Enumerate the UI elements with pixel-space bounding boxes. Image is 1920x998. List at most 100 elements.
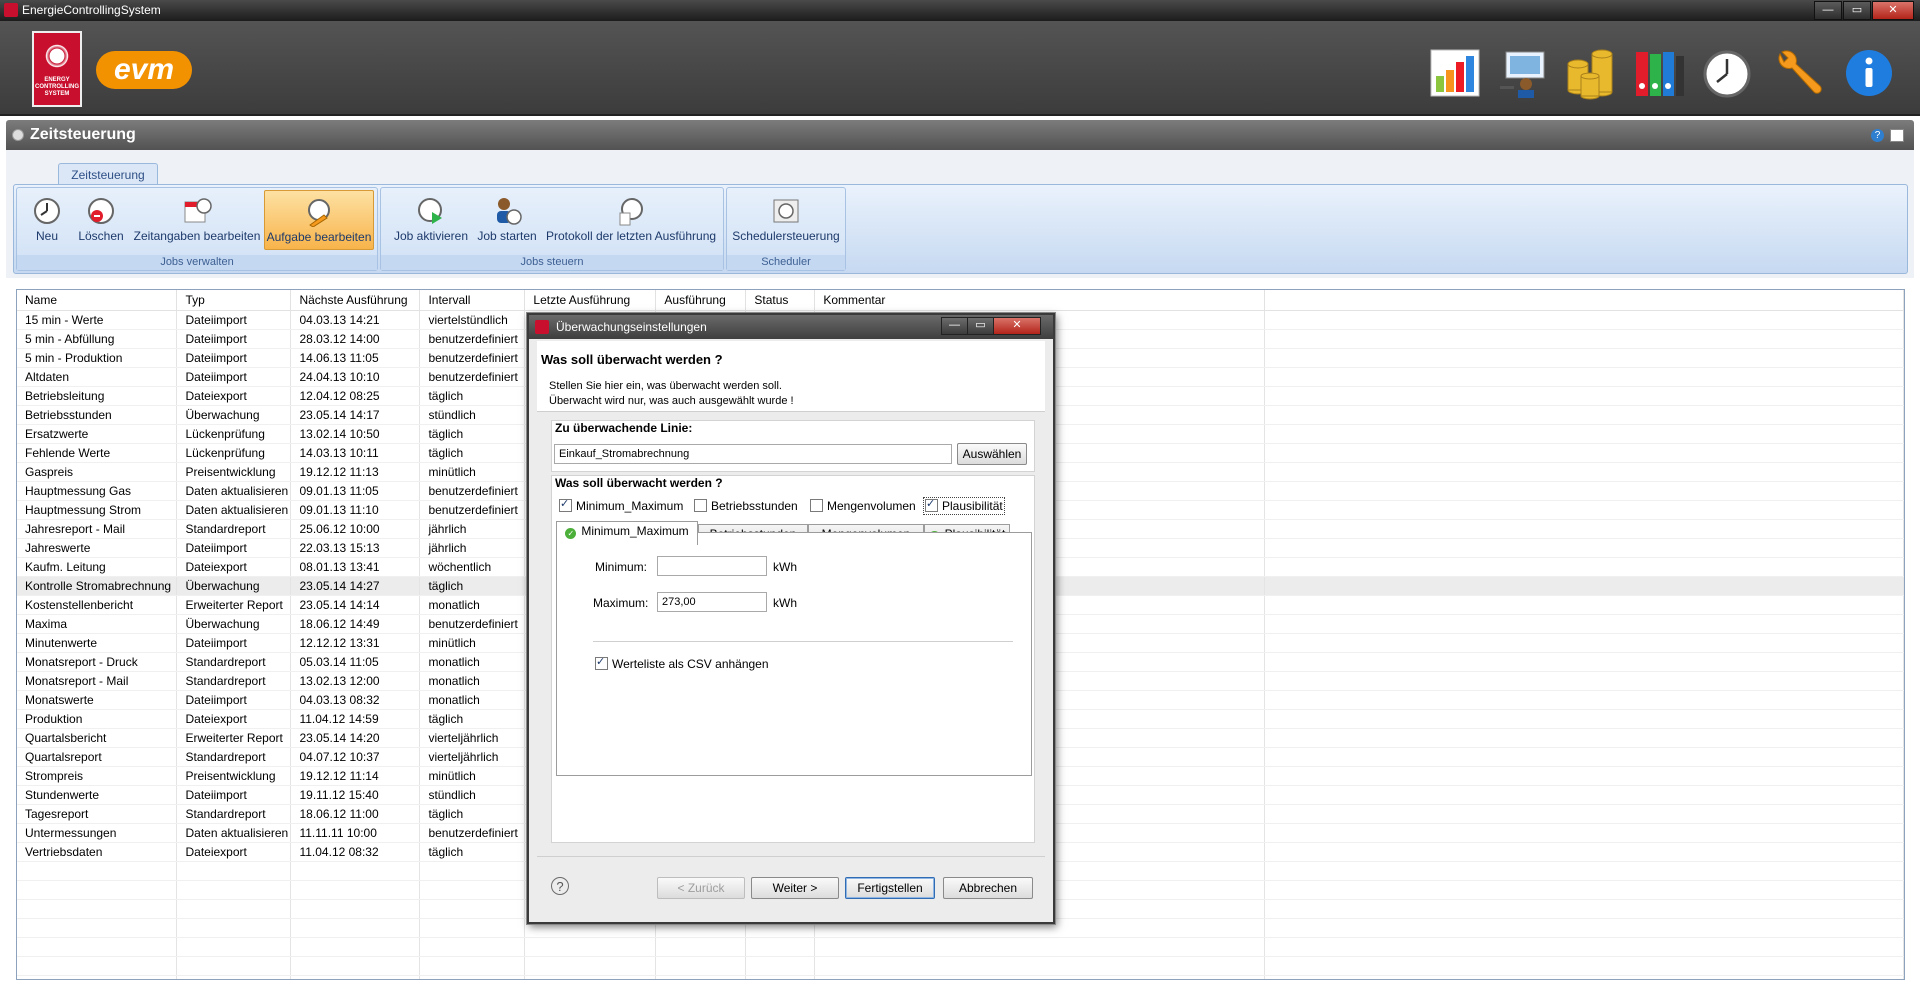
dialog-close-button[interactable]: ✕ xyxy=(993,317,1041,335)
column-header-type[interactable]: Typ xyxy=(176,290,292,311)
help-icon[interactable]: ? xyxy=(551,877,569,895)
table-cell: benutzerdefiniert xyxy=(419,823,526,843)
column-header-filler xyxy=(1264,290,1904,311)
activate-job-button[interactable]: Job aktivieren xyxy=(393,190,469,250)
column-header-status[interactable]: Status xyxy=(745,290,816,311)
info-icon[interactable] xyxy=(1842,46,1896,100)
ribbon-group-label: Jobs steuern xyxy=(381,255,723,270)
clock-edit-icon xyxy=(308,199,330,227)
table-cell: monatlich xyxy=(419,671,526,691)
column-header-interval[interactable]: Intervall xyxy=(419,290,526,311)
ecs-logo: ENERGY CONTROLLING SYSTEM xyxy=(32,31,82,107)
clock-icon[interactable] xyxy=(1700,46,1754,100)
dialog-header: Was soll überwacht werden ? Stellen Sie … xyxy=(537,341,1045,412)
table-cell: benutzerdefiniert xyxy=(419,481,526,501)
table-cell: vierteljährlich xyxy=(419,747,526,767)
table-cell xyxy=(1264,481,1904,501)
maximize-button[interactable]: ▭ xyxy=(1843,1,1871,20)
table-cell: Fehlende Werte xyxy=(17,443,178,463)
checkbox-betriebsstunden[interactable]: Betriebsstunden xyxy=(694,499,798,513)
table-cell: vierteljährlich xyxy=(419,728,526,748)
chart-icon[interactable] xyxy=(1428,46,1482,100)
checkbox-csv-attach[interactable]: Werteliste als CSV anhängen xyxy=(595,655,769,671)
close-button[interactable]: ✕ xyxy=(1872,1,1914,20)
cancel-button[interactable]: Abbrechen xyxy=(943,877,1033,899)
maximum-input[interactable]: 273,00 xyxy=(657,592,767,612)
table-cell: minütlich xyxy=(419,766,526,786)
table-cell: stündlich xyxy=(419,785,526,805)
table-cell xyxy=(524,956,657,976)
table-cell xyxy=(745,956,816,976)
description-line-2: Überwacht wird nur, was auch ausgewählt … xyxy=(549,395,794,407)
table-cell: Dateiimport xyxy=(176,348,292,368)
new-job-button[interactable]: Neu xyxy=(25,190,69,250)
column-header-next-run[interactable]: Nächste Ausführung xyxy=(290,290,421,311)
presentation-icon[interactable] xyxy=(1496,46,1550,100)
table-cell: Dateiexport xyxy=(176,842,292,862)
select-line-button[interactable]: Auswählen xyxy=(957,443,1027,465)
table-cell: minütlich xyxy=(419,633,526,653)
table-cell: Monatsreport - Druck xyxy=(17,652,178,672)
table-cell: Standardreport xyxy=(176,747,292,767)
column-header-last-run[interactable]: Letzte Ausführung xyxy=(524,290,657,311)
scheduler-control-button[interactable]: Schedulersteuerung xyxy=(731,190,841,250)
table-cell: Preisentwicklung xyxy=(176,766,292,786)
minimum-input[interactable] xyxy=(657,556,767,576)
ribbon: Neu Löschen Zeitangaben bearbeiten Aufga… xyxy=(13,184,1908,274)
checkbox-minimum-maximum[interactable]: Minimum_Maximum xyxy=(559,497,683,513)
table-cell xyxy=(1264,956,1904,976)
monitored-line-input[interactable]: Einkauf_Stromabrechnung xyxy=(554,444,952,464)
table-cell xyxy=(745,975,816,979)
table-cell: Produktion xyxy=(17,709,178,729)
back-button[interactable]: < Zurück xyxy=(657,877,745,899)
tab-minimum-maximum[interactable]: ✓ Minimum_Maximum xyxy=(556,521,698,545)
edit-times-label: Zeitangaben bearbeiten xyxy=(133,229,261,243)
table-cell xyxy=(1264,462,1904,482)
table-cell: Hauptmessung Strom xyxy=(17,500,178,520)
dialog-minimize-button[interactable]: — xyxy=(941,317,968,335)
table-cell: 25.06.12 10:00 xyxy=(290,519,421,539)
coins-icon[interactable] xyxy=(1564,46,1618,100)
delete-job-button[interactable]: Löschen xyxy=(73,190,129,250)
table-cell: monatlich xyxy=(419,595,526,615)
tab-zeitsteuerung[interactable]: Zeitsteuerung xyxy=(58,163,158,186)
edit-task-button[interactable]: Aufgabe bearbeiten xyxy=(264,190,374,250)
maximize-panel-icon[interactable] xyxy=(1890,129,1904,142)
table-cell xyxy=(290,918,421,938)
table-cell: 23.05.14 14:27 xyxy=(290,576,421,596)
checkbox-mengenvolumen[interactable]: Mengenvolumen xyxy=(810,499,916,513)
last-run-log-button[interactable]: Protokoll der letzten Ausführung xyxy=(543,190,719,250)
ribbon-group-jobs-steuern: Job aktivieren Job starten Protokoll der… xyxy=(380,187,724,271)
table-cell xyxy=(290,880,421,900)
table-cell xyxy=(1264,747,1904,767)
table-cell xyxy=(1264,709,1904,729)
table-cell xyxy=(1264,861,1904,881)
table-cell xyxy=(1264,443,1904,463)
edit-times-button[interactable]: Zeitangaben bearbeiten xyxy=(133,190,261,250)
table-cell: 08.01.13 13:41 xyxy=(290,557,421,577)
table-cell: Kostenstellenbericht xyxy=(17,595,178,615)
clock-log-icon xyxy=(619,198,643,226)
app-icon xyxy=(4,3,18,17)
column-header-comment[interactable]: Kommentar xyxy=(814,290,1266,311)
table-cell xyxy=(1264,538,1904,558)
dialog-maximize-button[interactable]: ▭ xyxy=(967,317,994,335)
folders-icon[interactable] xyxy=(1632,46,1686,100)
finish-button[interactable]: Fertigstellen xyxy=(845,877,935,899)
table-cell xyxy=(1264,633,1904,653)
wrench-icon[interactable] xyxy=(1770,46,1824,100)
next-button[interactable]: Weiter > xyxy=(751,877,839,899)
table-cell: 23.05.14 14:17 xyxy=(290,405,421,425)
table-cell: Dateiimport xyxy=(176,367,292,387)
checkbox-plausibilitaet[interactable]: Plausibilität xyxy=(923,497,1005,515)
help-icon[interactable]: ? xyxy=(1871,129,1884,142)
column-header-execution[interactable]: Ausführung xyxy=(655,290,747,311)
clock-delete-icon xyxy=(88,198,114,224)
minimize-button[interactable]: — xyxy=(1814,1,1842,20)
column-header-name[interactable]: Name xyxy=(17,290,178,311)
table-cell: 18.06.12 14:49 xyxy=(290,614,421,634)
dialog-heading: Was soll überwacht werden ? xyxy=(541,352,723,367)
table-cell xyxy=(176,918,292,938)
table-cell: Erweiterter Report xyxy=(176,728,292,748)
start-job-button[interactable]: Job starten xyxy=(475,190,539,250)
